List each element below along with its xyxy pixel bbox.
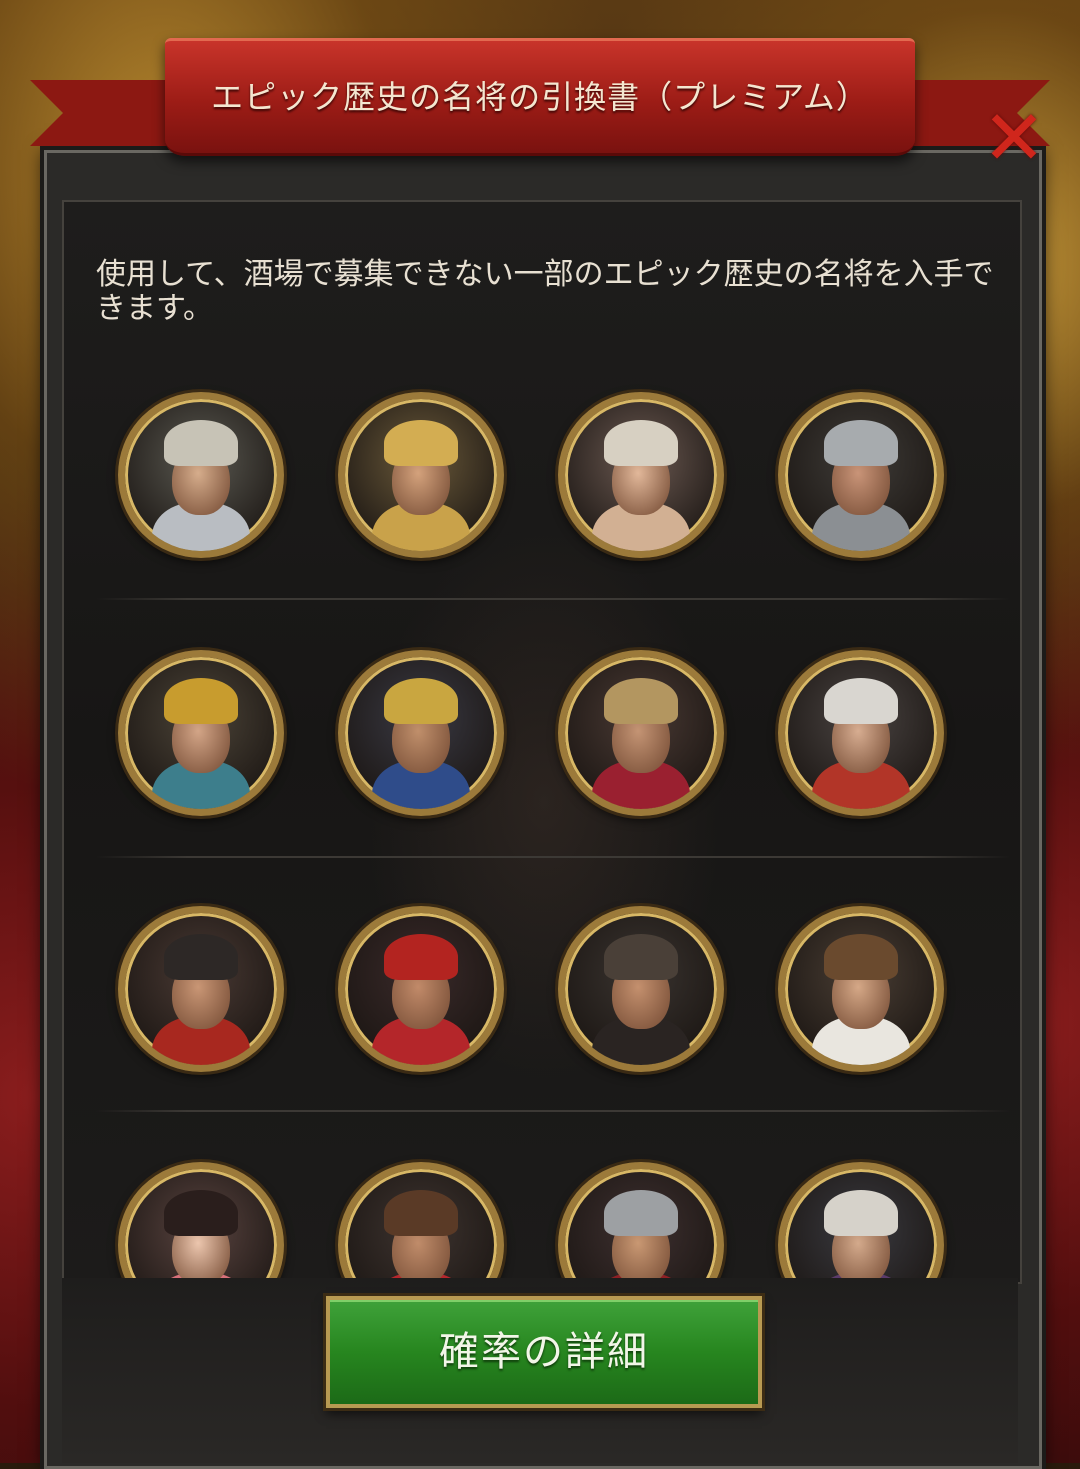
general-portrait-10[interactable] [338, 906, 504, 1072]
portrait-headgear [604, 934, 678, 981]
general-portrait-2[interactable] [338, 392, 504, 558]
probability-details-button[interactable]: 確率の詳細 [326, 1296, 762, 1408]
portrait-headgear [824, 420, 898, 467]
general-portrait-7[interactable] [558, 650, 724, 816]
portrait-headgear [384, 1190, 458, 1237]
portrait-headgear [384, 420, 458, 467]
general-portrait-9[interactable] [118, 906, 284, 1072]
portrait-headgear [824, 678, 898, 725]
portrait-headgear [384, 934, 458, 981]
general-portrait-11[interactable] [558, 906, 724, 1072]
general-portrait-8[interactable] [778, 650, 944, 816]
general-portrait-3[interactable] [558, 392, 724, 558]
dialog-title: エピック歴史の名将の引換書（プレミアム） [211, 78, 869, 116]
portrait-headgear [824, 934, 898, 981]
general-portrait-1[interactable] [118, 392, 284, 558]
row-divider [96, 598, 1010, 600]
portrait-headgear [164, 934, 238, 981]
portrait-headgear [604, 1190, 678, 1237]
general-portrait-4[interactable] [778, 392, 944, 558]
portrait-headgear [164, 678, 238, 725]
general-portrait-5[interactable] [118, 650, 284, 816]
general-portrait-6[interactable] [338, 650, 504, 816]
row-divider [96, 1110, 1010, 1112]
portrait-headgear [604, 678, 678, 725]
row-divider [96, 856, 1010, 858]
close-icon[interactable]: ✕ [978, 100, 1050, 176]
portrait-headgear [164, 1190, 238, 1237]
portrait-headgear [604, 420, 678, 467]
portrait-headgear [164, 420, 238, 467]
portrait-headgear [824, 1190, 898, 1237]
portrait-headgear [384, 678, 458, 725]
general-portrait-12[interactable] [778, 906, 944, 1072]
item-description: 使用して、酒場で募集できない一部のエピック歴史の名将を入手できます。 [96, 257, 994, 326]
